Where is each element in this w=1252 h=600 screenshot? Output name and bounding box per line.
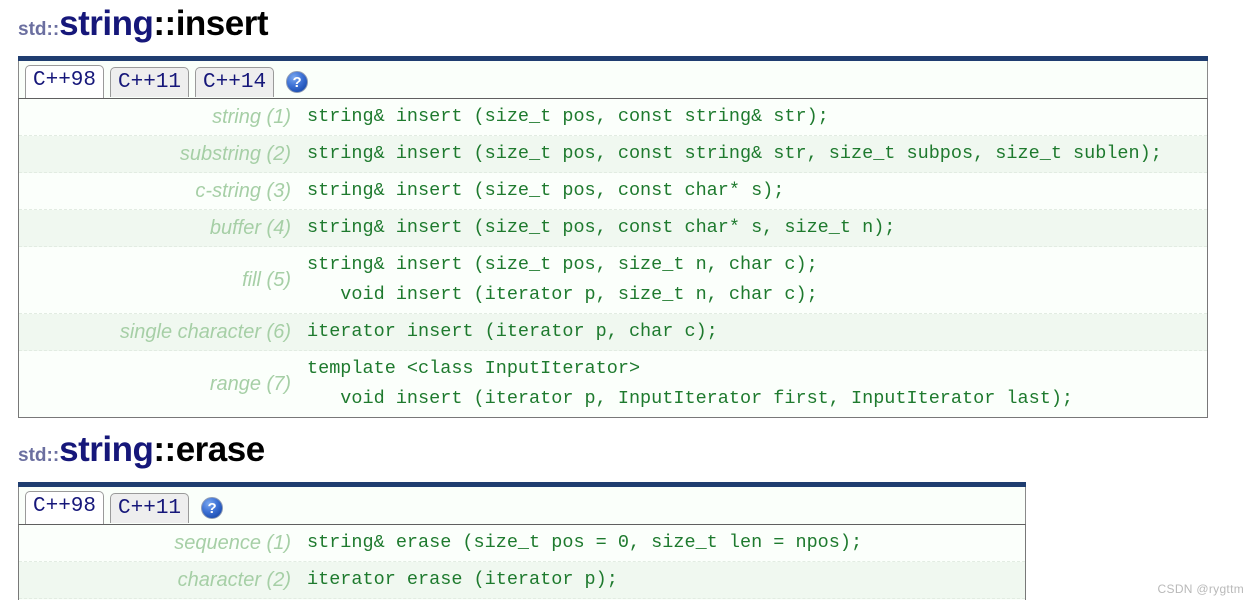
signature-code: string& insert (size_t pos, size_t n, ch… <box>307 254 818 305</box>
signature-code: string& insert (size_t pos, const string… <box>307 143 1162 164</box>
signature-code: string& insert (size_t pos, const string… <box>307 106 829 127</box>
title-namespace: std:: <box>18 19 60 40</box>
title-separator: :: <box>153 4 176 43</box>
table-row: fill (5) string& insert (size_t pos, siz… <box>19 247 1207 314</box>
title-member: erase <box>175 430 265 469</box>
title-class: string <box>59 430 154 469</box>
tab-cpp11[interactable]: C++11 <box>110 67 190 97</box>
watermark: CSDN @rygttm <box>1157 582 1244 596</box>
signature-label: fill (5) <box>242 268 291 291</box>
table-row: character (2) iterator erase (iterator p… <box>19 562 1025 599</box>
tab-cpp98[interactable]: C++98 <box>25 491 105 524</box>
signature-table-erase: sequence (1) string& erase (size_t pos =… <box>18 524 1026 600</box>
signature-label: sequence (1) <box>174 531 291 554</box>
signature-label: single character (6) <box>119 320 291 343</box>
signature-label: c-string (3) <box>195 179 291 202</box>
signature-label: buffer (4) <box>209 216 291 239</box>
signature-table-insert: string (1) string& insert (size_t pos, c… <box>18 98 1208 418</box>
signature-code: string& erase (size_t pos = 0, size_t le… <box>307 532 863 553</box>
title-namespace: std:: <box>18 445 60 466</box>
tabstrip-insert: C++98 C++11 C++14? <box>18 61 1208 98</box>
signature-label: range (7) <box>209 372 291 395</box>
help-icon[interactable]: ? <box>286 71 309 93</box>
tab-cpp14[interactable]: C++14 <box>195 67 275 97</box>
table-row: range (7) template <class InputIterator>… <box>19 351 1207 417</box>
title-class: string <box>59 4 154 43</box>
title-member: insert <box>175 4 269 43</box>
title-separator: :: <box>153 430 176 469</box>
signature-label: substring (2) <box>179 142 291 165</box>
table-row: string (1) string& insert (size_t pos, c… <box>19 99 1207 136</box>
signature-label: character (2) <box>177 568 291 591</box>
tab-cpp11[interactable]: C++11 <box>110 493 190 523</box>
tabstrip-erase: C++98 C++11? <box>18 487 1026 524</box>
table-row: sequence (1) string& erase (size_t pos =… <box>19 525 1025 562</box>
table-row: substring (2) string& insert (size_t pos… <box>19 136 1207 173</box>
page-title-erase: std::string::erase <box>0 426 1252 482</box>
signature-code: string& insert (size_t pos, const char* … <box>307 180 785 201</box>
signature-code: iterator erase (iterator p); <box>307 569 618 590</box>
signature-code: template <class InputIterator> void inse… <box>307 358 1074 409</box>
signature-label: string (1) <box>212 105 291 128</box>
page-title-insert: std::string::insert <box>0 0 1252 56</box>
signature-code: string& insert (size_t pos, const char* … <box>307 217 896 238</box>
table-row: buffer (4) string& insert (size_t pos, c… <box>19 210 1207 247</box>
table-row: single character (6) iterator insert (it… <box>19 314 1207 351</box>
section-erase: C++98 C++11? sequence (1) string& erase (… <box>18 482 1026 600</box>
section-insert: C++98 C++11 C++14? string (1) string& inse… <box>18 56 1208 418</box>
table-row: c-string (3) string& insert (size_t pos,… <box>19 173 1207 210</box>
help-icon[interactable]: ? <box>201 497 224 519</box>
signature-code: iterator insert (iterator p, char c); <box>307 321 718 342</box>
tab-cpp98[interactable]: C++98 <box>25 65 105 98</box>
